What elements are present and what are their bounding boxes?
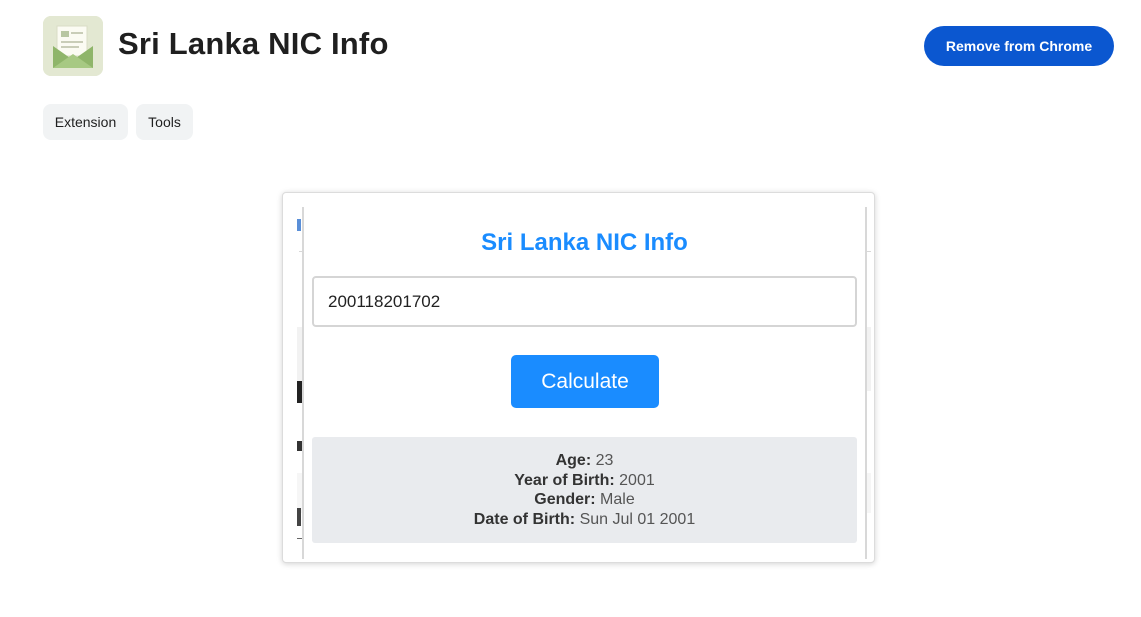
- popup-title: Sri Lanka NIC Info: [481, 229, 688, 256]
- extension-popup: Sri Lanka NIC Info Calculate Age: 23 Yea…: [302, 207, 867, 559]
- chip-extension[interactable]: Extension: [43, 104, 128, 140]
- screenshot-card: Sri Lanka NIC Info Calculate Age: 23 Yea…: [282, 192, 875, 563]
- result-panel: Age: 23 Year of Birth: 2001 Gender: Male…: [312, 437, 857, 543]
- chip-tools[interactable]: Tools: [136, 104, 193, 140]
- nic-number-input[interactable]: [312, 276, 857, 327]
- result-gender: Gender: Male: [534, 491, 635, 508]
- calculate-button[interactable]: Calculate: [511, 355, 659, 408]
- result-date-of-birth: Date of Birth: Sun Jul 01 2001: [473, 510, 696, 528]
- page-title: Sri Lanka NIC Info: [118, 26, 389, 61]
- result-year-of-birth: Year of Birth: 2001: [514, 471, 655, 489]
- extension-logo-icon: [43, 16, 103, 76]
- remove-from-chrome-button[interactable]: Remove from Chrome: [924, 26, 1114, 66]
- result-age: Age: 23: [555, 452, 614, 469]
